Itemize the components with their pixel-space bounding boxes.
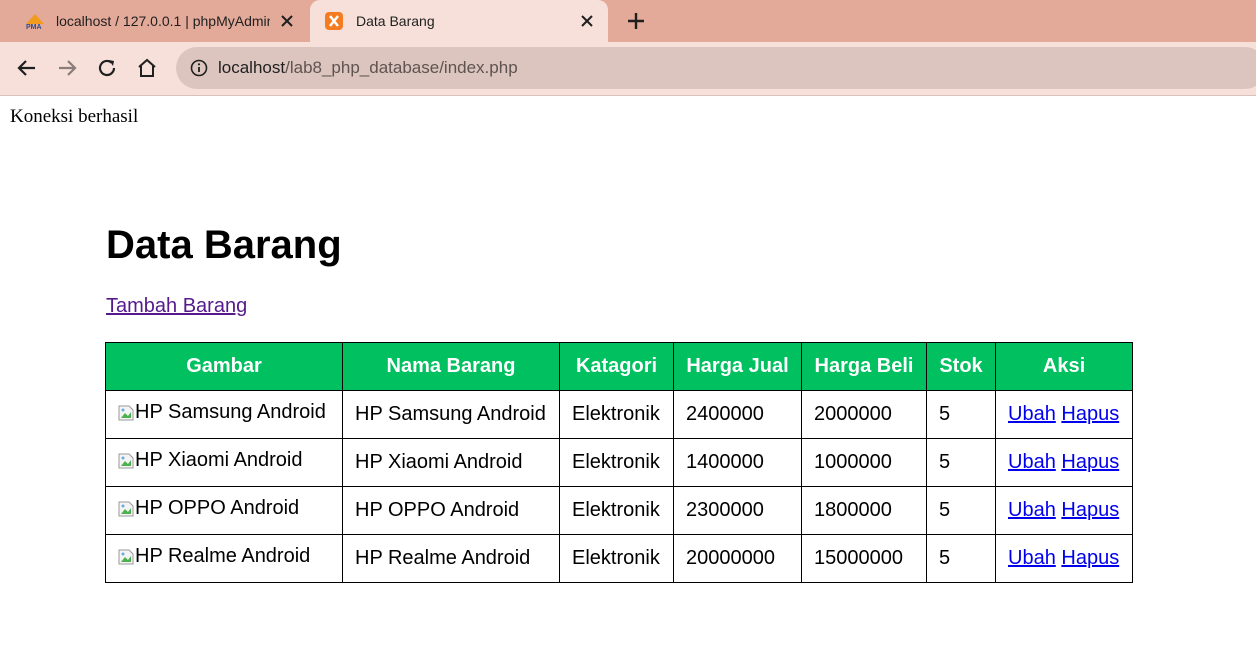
table-row: HP Realme Android HP Realme Android Elek… [105, 534, 1133, 583]
page-content: Koneksi berhasil Data Barang Tambah Bara… [0, 96, 1256, 660]
cell-aksi: Ubah Hapus [995, 486, 1133, 535]
broken-image: HP Samsung Android [118, 401, 326, 424]
url-text: localhost/lab8_php_database/index.php [218, 58, 518, 78]
cell-gambar: HP Samsung Android [105, 390, 343, 439]
broken-image: HP Xiaomi Android [118, 449, 303, 472]
phpmyadmin-icon: PMA [26, 14, 44, 30]
cell-aksi: Ubah Hapus [995, 438, 1133, 487]
hapus-link[interactable]: Hapus [1061, 547, 1119, 569]
new-tab-icon[interactable] [626, 11, 646, 31]
cell-nama: HP OPPO Android [342, 486, 560, 535]
back-icon[interactable] [16, 57, 38, 79]
close-icon[interactable] [278, 12, 296, 30]
tab-strip: PMA localhost / 127.0.0.1 | phpMyAdmin D… [0, 0, 1256, 42]
browser-toolbar: localhost/lab8_php_database/index.php [0, 42, 1256, 96]
header-nama-barang: Nama Barang [342, 342, 560, 391]
broken-image-icon [118, 501, 134, 517]
cell-harga-jual: 2400000 [673, 390, 802, 439]
cell-gambar: HP OPPO Android [105, 486, 343, 535]
info-icon[interactable] [190, 59, 208, 77]
cell-harga-beli: 1800000 [801, 486, 927, 535]
cell-aksi: Ubah Hapus [995, 534, 1133, 583]
cell-stok: 5 [926, 486, 996, 535]
tab-title: Data Barang [356, 13, 435, 29]
tab-phpmyadmin[interactable]: PMA localhost / 127.0.0.1 | phpMyAdmin [0, 0, 308, 42]
hapus-link[interactable]: Hapus [1061, 451, 1119, 473]
cell-stok: 5 [926, 534, 996, 583]
header-gambar: Gambar [105, 342, 343, 391]
image-alt-text: HP Realme Android [135, 545, 311, 568]
image-alt-text: HP Xiaomi Android [135, 449, 303, 472]
cell-stok: 5 [926, 390, 996, 439]
add-item-link[interactable]: Tambah Barang [106, 295, 247, 318]
cell-aksi: Ubah Hapus [995, 390, 1133, 439]
cell-harga-beli: 15000000 [801, 534, 927, 583]
cell-harga-beli: 2000000 [801, 390, 927, 439]
address-bar[interactable]: localhost/lab8_php_database/index.php [176, 47, 1256, 89]
xampp-icon [325, 12, 343, 30]
cell-harga-jual: 20000000 [673, 534, 802, 583]
header-harga-beli: Harga Beli [801, 342, 927, 391]
url-path: /lab8_php_database/index.php [285, 58, 518, 77]
image-alt-text: HP Samsung Android [135, 401, 326, 424]
header-stok: Stok [926, 342, 996, 391]
cell-kategori: Elektronik [559, 390, 674, 439]
image-alt-text: HP OPPO Android [135, 497, 300, 520]
home-icon[interactable] [136, 57, 158, 79]
cell-nama: HP Realme Android [342, 534, 560, 583]
hapus-link[interactable]: Hapus [1061, 403, 1119, 425]
cell-stok: 5 [926, 438, 996, 487]
broken-image-icon [118, 549, 134, 565]
broken-image: HP Realme Android [118, 545, 310, 568]
ubah-link[interactable]: Ubah [1008, 547, 1056, 569]
ubah-link[interactable]: Ubah [1008, 403, 1056, 425]
table-row: HP Samsung Android HP Samsung Android El… [105, 390, 1133, 439]
broken-image-icon [118, 453, 134, 469]
url-host: localhost [218, 58, 286, 77]
broken-image-icon [118, 405, 134, 421]
connection-status: Koneksi berhasil [10, 106, 139, 127]
header-katagori: Katagori [559, 342, 674, 391]
hapus-link[interactable]: Hapus [1061, 499, 1119, 521]
cell-gambar: HP Xiaomi Android [105, 438, 343, 487]
items-table: Gambar Nama Barang Katagori Harga Jual H… [105, 342, 1133, 583]
tab-title: localhost / 127.0.0.1 | phpMyAdmin [56, 13, 270, 29]
header-harga-jual: Harga Jual [673, 342, 802, 391]
forward-icon[interactable] [56, 57, 78, 79]
cell-nama: HP Samsung Android [342, 390, 560, 439]
cell-kategori: Elektronik [559, 534, 674, 583]
cell-harga-jual: 2300000 [673, 486, 802, 535]
close-icon[interactable] [578, 12, 596, 30]
table-row: HP OPPO Android HP OPPO Android Elektron… [105, 486, 1133, 535]
cell-kategori: Elektronik [559, 438, 674, 487]
ubah-link[interactable]: Ubah [1008, 451, 1056, 473]
svg-text:PMA: PMA [26, 24, 42, 30]
page-title: Data Barang [106, 223, 342, 267]
table-header-row: Gambar Nama Barang Katagori Harga Jual H… [105, 342, 1133, 391]
cell-nama: HP Xiaomi Android [342, 438, 560, 487]
table-row: HP Xiaomi Android HP Xiaomi Android Elek… [105, 438, 1133, 487]
tab-data-barang[interactable]: Data Barang [310, 0, 608, 42]
broken-image: HP OPPO Android [118, 497, 299, 520]
ubah-link[interactable]: Ubah [1008, 499, 1056, 521]
cell-harga-beli: 1000000 [801, 438, 927, 487]
reload-icon[interactable] [96, 57, 118, 79]
header-aksi: Aksi [995, 342, 1133, 391]
cell-harga-jual: 1400000 [673, 438, 802, 487]
cell-gambar: HP Realme Android [105, 534, 343, 583]
cell-kategori: Elektronik [559, 486, 674, 535]
